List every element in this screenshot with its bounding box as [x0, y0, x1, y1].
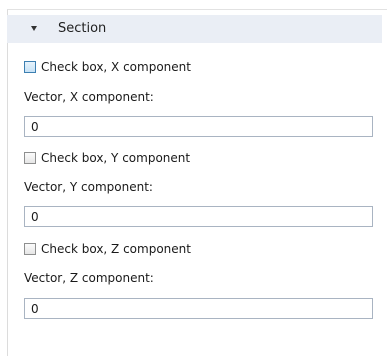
checkbox-y-row[interactable]: Check box, Y component — [24, 150, 190, 166]
checkbox-y[interactable] — [24, 152, 36, 164]
section-title: Section — [58, 21, 107, 36]
checkbox-x[interactable] — [24, 61, 36, 73]
section-header[interactable]: Section — [7, 15, 382, 43]
vector-y-label: Vector, Y component: — [24, 180, 153, 194]
checkbox-z[interactable] — [24, 243, 36, 255]
vector-y-input[interactable]: 0 — [24, 206, 373, 227]
collapse-caret-icon[interactable] — [31, 26, 37, 31]
checkbox-z-row[interactable]: Check box, Z component — [24, 241, 191, 257]
checkbox-x-label: Check box, X component — [41, 60, 191, 74]
checkbox-x-row[interactable]: Check box, X component — [24, 59, 191, 75]
vector-z-input[interactable]: 0 — [24, 298, 373, 319]
vector-x-input[interactable]: 0 — [24, 116, 373, 137]
checkbox-y-label: Check box, Y component — [41, 151, 191, 165]
vector-z-label: Vector, Z component: — [24, 271, 154, 285]
vector-x-label: Vector, X component: — [24, 90, 154, 104]
checkbox-z-label: Check box, Z component — [41, 242, 191, 256]
